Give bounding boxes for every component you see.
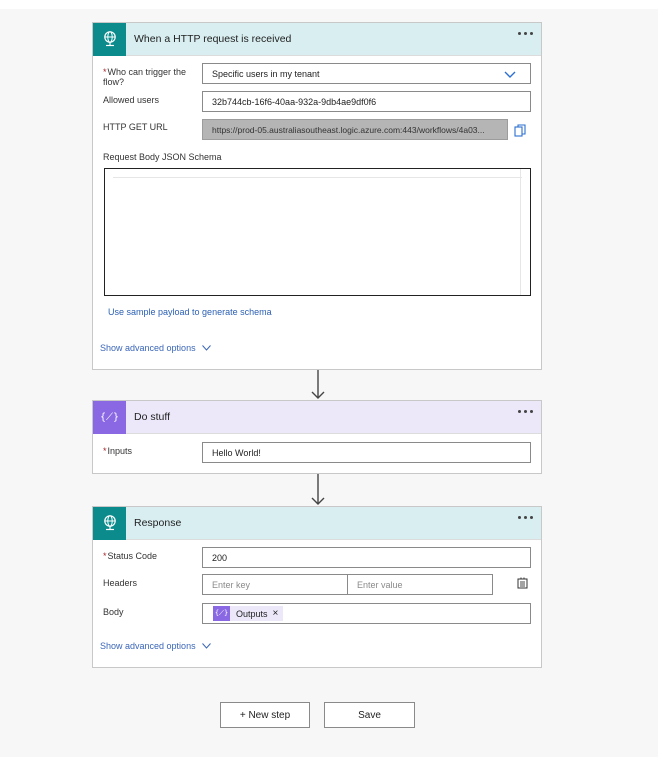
compose-token-icon: {⟋} bbox=[213, 606, 230, 621]
json-schema-editor[interactable] bbox=[104, 168, 531, 296]
who-can-trigger-label: *Who can trigger the flow? bbox=[103, 67, 187, 87]
header-value-placeholder: Enter value bbox=[357, 579, 403, 590]
response-card-header[interactable]: Response bbox=[93, 506, 541, 540]
http-get-url-field: https://prod-05.australiasoutheast.logic… bbox=[202, 119, 508, 140]
save-button[interactable]: Save bbox=[324, 702, 415, 728]
trigger-title: When a HTTP request is received bbox=[134, 33, 292, 45]
trigger-card: When a HTTP request is received *Who can… bbox=[92, 22, 542, 370]
new-step-button[interactable]: + New step bbox=[220, 702, 310, 728]
allowed-users-field[interactable]: 32b744cb-16f6-40aa-932a-9db4ae9df0f6 bbox=[202, 91, 531, 112]
header-value-input[interactable]: Enter value bbox=[347, 574, 493, 595]
inputs-label: *Inputs bbox=[103, 446, 133, 456]
sample-payload-link[interactable]: Use sample payload to generate schema bbox=[108, 307, 272, 317]
connector-arrow-icon bbox=[311, 474, 325, 505]
header-key-placeholder: Enter key bbox=[212, 579, 251, 590]
status-code-label: *Status Code bbox=[103, 551, 158, 561]
compose-title: Do stuff bbox=[134, 411, 170, 423]
copy-icon[interactable] bbox=[514, 124, 526, 137]
allowed-users-label: Allowed users bbox=[103, 95, 160, 105]
headers-label: Headers bbox=[103, 578, 138, 588]
more-options-icon[interactable] bbox=[518, 516, 533, 519]
remove-token-icon[interactable]: × bbox=[273, 608, 279, 619]
connector-arrow-icon bbox=[311, 370, 325, 399]
switch-to-text-mode-icon[interactable] bbox=[517, 577, 529, 589]
http-request-icon bbox=[93, 22, 126, 56]
inputs-field[interactable]: Hello World! bbox=[202, 442, 531, 463]
response-card: Response *Status Code 200 Headers Enter … bbox=[92, 506, 542, 668]
response-title: Response bbox=[134, 517, 182, 529]
status-code-field[interactable]: 200 bbox=[202, 547, 531, 568]
show-advanced-options-response[interactable]: Show advanced options bbox=[100, 641, 211, 651]
more-options-icon[interactable] bbox=[518, 410, 533, 413]
header-key-input[interactable]: Enter key bbox=[202, 574, 348, 595]
chevron-down-icon bbox=[201, 643, 211, 649]
request-body-schema-label: Request Body JSON Schema bbox=[103, 152, 222, 162]
outputs-token-label: Outputs bbox=[236, 608, 268, 619]
compose-icon: {⟋} bbox=[93, 400, 126, 434]
more-options-icon[interactable] bbox=[518, 32, 533, 35]
trigger-card-header[interactable]: When a HTTP request is received bbox=[93, 22, 541, 56]
show-advanced-label: Show advanced options bbox=[100, 343, 196, 353]
show-advanced-label: Show advanced options bbox=[100, 641, 196, 651]
http-get-url-label: HTTP GET URL bbox=[103, 122, 168, 132]
response-icon bbox=[93, 506, 126, 540]
who-can-trigger-value: Specific users in my tenant bbox=[212, 68, 320, 79]
chevron-down-icon bbox=[201, 345, 211, 351]
top-band bbox=[0, 0, 658, 9]
outputs-token[interactable]: {⟋} Outputs × bbox=[213, 606, 284, 621]
chevron-down-icon bbox=[504, 71, 516, 78]
body-field[interactable]: {⟋} Outputs × bbox=[202, 603, 531, 624]
show-advanced-options-trigger[interactable]: Show advanced options bbox=[100, 343, 211, 353]
compose-card: {⟋} Do stuff *Inputs Hello World! bbox=[92, 400, 542, 474]
compose-card-header[interactable]: {⟋} Do stuff bbox=[93, 400, 541, 434]
body-label: Body bbox=[103, 607, 124, 617]
who-can-trigger-dropdown[interactable]: Specific users in my tenant bbox=[202, 63, 531, 84]
